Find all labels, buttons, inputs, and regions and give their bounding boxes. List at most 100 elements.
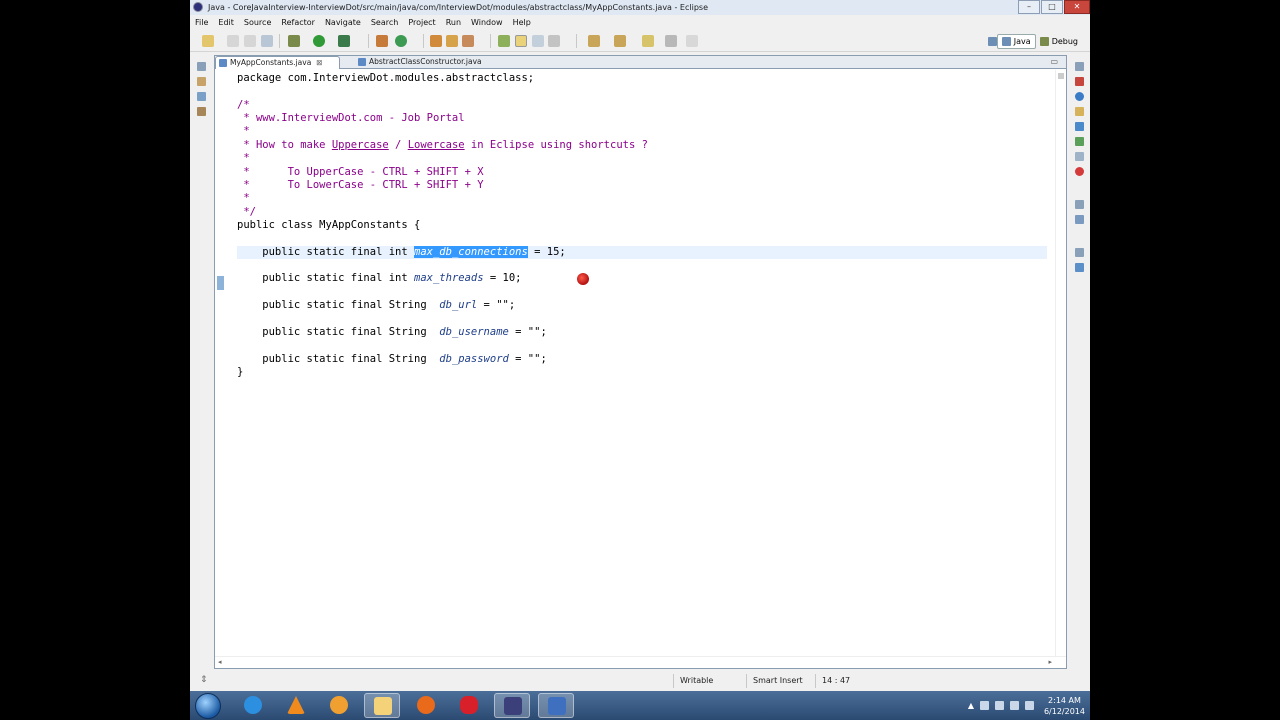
tab-abstractclassconstructor[interactable]: AbstractClassConstructor.java xyxy=(355,56,495,69)
java-perspective-icon xyxy=(1001,37,1011,46)
previous-annotation-icon[interactable] xyxy=(614,35,626,47)
comment-line: /* xyxy=(237,99,250,111)
taskbar-explorer[interactable] xyxy=(364,693,400,718)
outline-view-icon[interactable] xyxy=(1075,263,1084,272)
package-explorer-icon[interactable] xyxy=(197,77,206,86)
tray-expand-icon[interactable]: ▲ xyxy=(968,701,974,710)
tray-app-icon[interactable] xyxy=(994,701,1004,710)
show-whitespace-icon[interactable] xyxy=(548,35,560,47)
debug-icon[interactable] xyxy=(288,35,300,47)
field-declaration: public static final String db_username =… xyxy=(237,326,547,339)
taskbar-ie[interactable] xyxy=(235,693,271,718)
back-icon[interactable] xyxy=(665,35,677,47)
close-tab-icon[interactable]: ⊠ xyxy=(316,58,322,67)
java-file-icon xyxy=(219,59,227,67)
clock[interactable]: 2:14 AM 6/12/2014 xyxy=(1044,695,1085,717)
minimize-button[interactable]: – xyxy=(1018,0,1040,14)
run-icon[interactable] xyxy=(313,35,325,47)
run-external-icon[interactable] xyxy=(338,35,350,47)
menu-refactor[interactable]: Refactor xyxy=(281,18,315,27)
volume-icon[interactable] xyxy=(1024,701,1034,710)
view-icon[interactable] xyxy=(1075,215,1084,224)
scroll-left-icon[interactable]: ◂ xyxy=(218,658,222,666)
comment-line: * How to make Uppercase / Lowercase in E… xyxy=(237,139,648,152)
open-task-icon[interactable] xyxy=(446,35,458,47)
taskbar-media-player[interactable] xyxy=(321,693,357,718)
horizontal-scrollbar[interactable]: ◂ ▸ xyxy=(215,656,1066,668)
java-perspective-button[interactable]: Java xyxy=(996,34,1036,49)
hierarchy-icon[interactable] xyxy=(197,92,206,101)
taskbar-eclipse[interactable] xyxy=(494,693,530,718)
open-type-icon[interactable] xyxy=(430,35,442,47)
close-button[interactable]: ✕ xyxy=(1064,0,1090,14)
network-icon[interactable] xyxy=(1009,701,1019,710)
comment-line: */ xyxy=(237,206,256,218)
new-class-icon[interactable] xyxy=(395,35,407,47)
forward-icon[interactable] xyxy=(686,35,698,47)
block-selection-icon[interactable] xyxy=(532,35,544,47)
start-button[interactable] xyxy=(195,693,221,719)
status-writable: Writable xyxy=(673,674,745,688)
comment-line: * xyxy=(237,125,250,137)
search-icon[interactable] xyxy=(462,35,474,47)
vertical-ruler xyxy=(215,70,233,668)
media-player-icon xyxy=(330,696,348,714)
main-toolbar: Java Debug xyxy=(190,31,1090,52)
menu-file[interactable]: File xyxy=(195,18,208,27)
search-view-icon[interactable] xyxy=(1075,107,1084,116)
code-text: public static final int xyxy=(237,246,415,258)
outline-icon[interactable] xyxy=(1075,92,1084,101)
clock-time: 2:14 AM xyxy=(1048,695,1081,705)
restore-icon[interactable] xyxy=(1075,248,1084,257)
field-name: db_password xyxy=(439,353,509,365)
junit-icon[interactable] xyxy=(197,107,206,116)
menu-run[interactable]: Run xyxy=(446,18,461,27)
problems-icon[interactable] xyxy=(1075,137,1084,146)
javadoc-icon[interactable] xyxy=(1075,167,1084,176)
eclipse-icon xyxy=(193,2,203,12)
taskbar-app[interactable] xyxy=(451,693,487,718)
taskbar-firefox[interactable] xyxy=(408,693,444,718)
menu-help[interactable]: Help xyxy=(513,18,531,27)
task-list-icon[interactable] xyxy=(1075,77,1084,86)
next-annotation-icon[interactable] xyxy=(588,35,600,47)
code-area[interactable]: package com.InterviewDot.modules.abstrac… xyxy=(237,72,1057,652)
taskbar-editor[interactable] xyxy=(538,693,574,718)
comment-line: * www.InterviewDot.com - Job Portal xyxy=(237,112,465,124)
maximize-button[interactable]: □ xyxy=(1041,0,1063,14)
menu-bar: File Edit Source Refactor Navigate Searc… xyxy=(190,15,1090,30)
last-edit-location-icon[interactable] xyxy=(642,35,654,47)
code-text: = ""; xyxy=(477,299,516,311)
menu-window[interactable]: Window xyxy=(471,18,503,27)
console-icon[interactable] xyxy=(1075,122,1084,131)
restore-icon[interactable] xyxy=(1075,62,1084,71)
mark-occurrences-icon[interactable] xyxy=(515,35,527,47)
declaration-icon[interactable] xyxy=(1075,152,1084,161)
print-icon[interactable] xyxy=(261,35,273,47)
menu-source[interactable]: Source xyxy=(244,18,271,27)
new-java-project-icon[interactable] xyxy=(376,35,388,47)
scroll-right-icon[interactable]: ▸ xyxy=(1048,658,1052,666)
editor-minimize-icon[interactable]: ▭ xyxy=(1050,57,1058,66)
menu-edit[interactable]: Edit xyxy=(218,18,234,27)
menu-navigate[interactable]: Navigate xyxy=(325,18,361,27)
save-all-icon[interactable] xyxy=(244,35,256,47)
menu-project[interactable]: Project xyxy=(408,18,435,27)
restore-icon[interactable] xyxy=(197,62,206,71)
change-ruler-marker xyxy=(217,276,224,290)
open-perspective-icon[interactable] xyxy=(987,37,997,46)
taskbar-vlc[interactable] xyxy=(278,693,314,718)
menu-search[interactable]: Search xyxy=(371,18,398,27)
comment-text: * How to make xyxy=(237,139,332,151)
debug-perspective-button[interactable]: Debug xyxy=(1036,34,1082,49)
new-icon[interactable] xyxy=(202,35,214,47)
field-name: max_threads xyxy=(414,272,484,284)
tray-app-icon[interactable] xyxy=(979,701,989,710)
tab-myappconstants[interactable]: MyAppConstants.java ⊠ xyxy=(215,56,340,69)
field-declaration: public static final int max_db_connectio… xyxy=(237,246,566,259)
save-icon[interactable] xyxy=(227,35,239,47)
toggle-breadcrumb-icon[interactable] xyxy=(498,35,510,47)
eclipse-taskbar-icon xyxy=(504,697,522,715)
restore-icon[interactable] xyxy=(1075,200,1084,209)
overview-marker xyxy=(1058,73,1064,79)
